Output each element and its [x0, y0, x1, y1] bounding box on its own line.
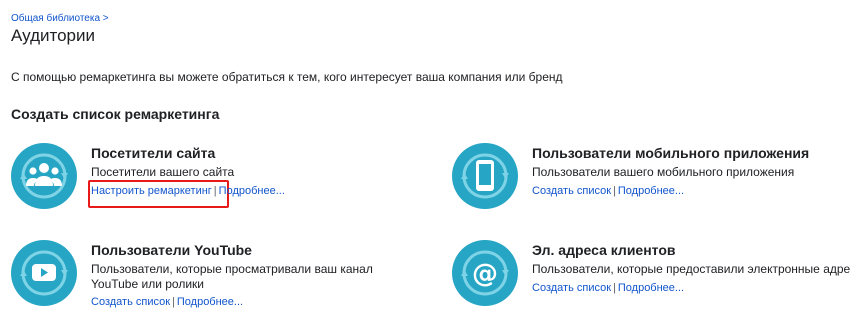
svg-text:@: @ [472, 259, 498, 289]
card-youtube-users: Пользователи YouTube Пользователи, котор… [11, 240, 411, 315]
setup-remarketing-link[interactable]: Настроить ремаркетинг [91, 185, 212, 197]
card-title: Посетители сайта [91, 145, 216, 161]
people-icon [11, 143, 77, 209]
create-list-link[interactable]: Создать список [532, 185, 611, 197]
youtube-play-icon [11, 240, 77, 306]
breadcrumb[interactable]: Общая библиотека > [11, 13, 109, 24]
card-description: Пользователи, которые просматривали ваш … [91, 262, 373, 291]
link-separator: | [613, 185, 616, 197]
card-site-visitors: Посетители сайта Посетители вашего сайта… [11, 143, 411, 218]
card-title: Пользователи YouTube [91, 242, 252, 258]
card-mobile-app-users: Пользователи мобильного приложения Польз… [452, 143, 850, 218]
create-list-link[interactable]: Создать список [532, 282, 611, 294]
learn-more-link[interactable]: Подробнее... [618, 282, 684, 294]
card-links: Настроить ремаркетинг | Подробнее... [91, 185, 285, 197]
link-separator: | [613, 282, 616, 294]
mobile-phone-icon [452, 143, 518, 209]
page-title: Аудитории [11, 26, 95, 45]
card-links: Создать список | Подробнее... [91, 296, 243, 308]
link-separator: | [172, 296, 175, 308]
learn-more-link[interactable]: Подробнее... [618, 185, 684, 197]
learn-more-link[interactable]: Подробнее... [219, 185, 285, 197]
card-links: Создать список | Подробнее... [532, 282, 684, 294]
card-title: Пользователи мобильного приложения [532, 145, 810, 161]
card-links: Создать список | Подробнее... [532, 185, 684, 197]
card-customer-emails: @ Эл. адреса клиентов Пользователи, кото… [452, 240, 850, 315]
intro-text: С помощью ремаркетинга вы можете обратит… [11, 70, 563, 84]
section-title: Создать список ремаркетинга [11, 106, 220, 122]
card-description: Пользователи вашего мобильного приложени… [532, 165, 795, 179]
card-description: Пользователи, которые предоставили элект… [532, 262, 850, 276]
link-separator: | [213, 185, 217, 197]
card-title: Эл. адреса клиентов [532, 242, 676, 258]
card-description: Посетители вашего сайта [91, 165, 235, 179]
create-list-link[interactable]: Создать список [91, 296, 170, 308]
email-at-icon: @ [452, 240, 518, 306]
learn-more-link[interactable]: Подробнее... [177, 296, 243, 308]
